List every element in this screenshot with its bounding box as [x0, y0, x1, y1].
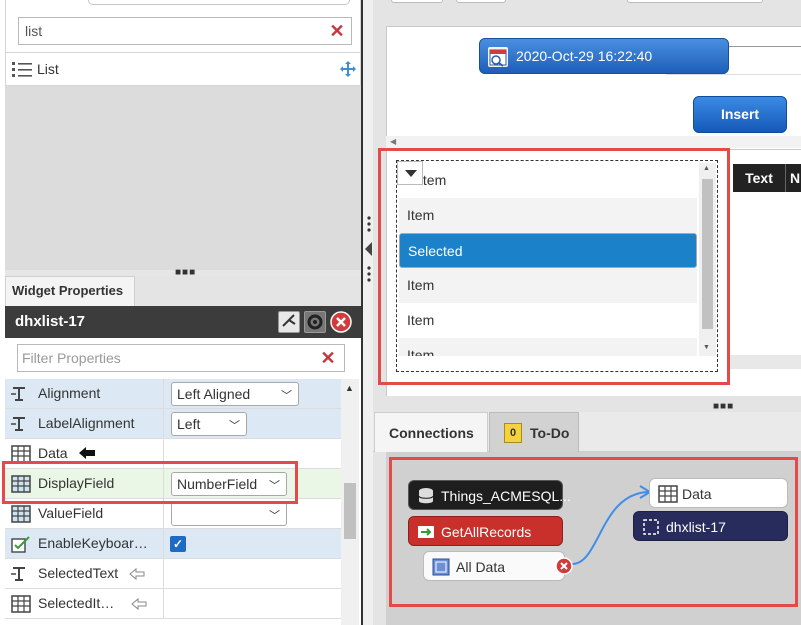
property-row-labelalignment[interactable]: LabelAlignment Left ﹀: [5, 409, 341, 439]
properties-scroll-thumb[interactable]: [344, 483, 356, 539]
highlight-displayfield: [2, 461, 298, 504]
property-name: Data: [38, 445, 68, 461]
clear-filter-icon[interactable]: ✕: [320, 349, 336, 367]
grip-icon: ■■■: [713, 401, 735, 412]
datetime-label: 2020-Oct-29 16:22:40: [516, 48, 653, 64]
tab-todo[interactable]: 0 To-Do: [489, 412, 579, 452]
widget-result-list[interactable]: List: [5, 52, 361, 86]
property-name: ValueField: [38, 505, 104, 521]
todo-badge-icon: 0: [504, 423, 522, 443]
widget-properties-tabbar: Widget Properties: [5, 276, 361, 306]
chevron-down-icon: ﹀: [229, 420, 240, 432]
property-value-cell: [163, 589, 341, 619]
binding-outline-arrow-icon: [131, 597, 147, 614]
boolean-icon: [11, 535, 30, 553]
grid-scrollbar[interactable]: [730, 355, 801, 369]
tab-connections[interactable]: Connections: [374, 412, 488, 452]
widget-properties-header: dhxlist-17: [5, 306, 361, 338]
enablekeyboard-checkbox[interactable]: ✓: [170, 536, 186, 552]
list-icon: [12, 62, 32, 77]
property-row-enablekeyboard[interactable]: EnableKeyboar… ✓: [5, 529, 341, 559]
highlight-list-widget: [378, 148, 730, 385]
share-icon: [282, 314, 296, 327]
property-name: LabelAlignment: [38, 415, 135, 431]
left-panel: ✕ List ■■■ Widget Properties dhxlist-17: [0, 0, 362, 625]
filter-properties-input[interactable]: [18, 345, 308, 371]
binding-outline-arrow-icon: [129, 567, 145, 584]
grid-header-text[interactable]: Text: [733, 164, 785, 192]
property-value-cell: Left Aligned ﹀: [163, 379, 341, 409]
canvas-divider: [666, 74, 801, 75]
toolbar-stub[interactable]: [627, 0, 763, 3]
widget-list-empty-area: [5, 86, 361, 270]
toolbar-stub[interactable]: [391, 0, 443, 3]
properties-scrollbar[interactable]: ▲: [341, 379, 359, 625]
tab-todo-label: To-Do: [530, 425, 570, 441]
alignment-select[interactable]: Left Aligned ﹀: [171, 382, 299, 406]
property-name: SelectedText: [38, 565, 119, 581]
close-circle-icon: [330, 311, 352, 333]
selected-widget-name: dhxlist-17: [15, 313, 86, 330]
calendar-icon: [488, 47, 508, 67]
infotable-icon: [11, 595, 31, 613]
valuefield-select[interactable]: ﹀: [171, 502, 287, 526]
widget-search-box[interactable]: ✕: [18, 17, 352, 45]
labelalignment-select[interactable]: Left ﹀: [171, 412, 247, 436]
scroll-left-icon[interactable]: ◀: [390, 137, 396, 146]
datetime-button[interactable]: 2020-Oct-29 16:22:40: [479, 38, 729, 74]
property-row-alignment[interactable]: Alignment Left Aligned ﹀: [5, 379, 341, 409]
collapse-left-icon[interactable]: [365, 242, 372, 256]
property-row-selecteditems[interactable]: SelectedIt…: [5, 589, 341, 619]
canvas-scrollbar[interactable]: ◀: [386, 136, 801, 148]
filter-properties-area: ✕: [5, 338, 361, 378]
toolbar-stub[interactable]: [456, 0, 506, 3]
chevron-down-icon: ﹀: [269, 510, 280, 522]
move-icon[interactable]: [340, 61, 356, 77]
property-name: Alignment: [38, 385, 101, 401]
horizontal-splitter[interactable]: ■■■: [373, 401, 801, 412]
clear-search-icon[interactable]: ✕: [329, 22, 345, 40]
grid-header-next[interactable]: N: [785, 164, 801, 192]
widget-search-input[interactable]: [19, 18, 309, 44]
settings-button[interactable]: [304, 311, 326, 333]
property-value-cell: Left ﹀: [163, 409, 341, 439]
canvas-divider: [729, 46, 801, 47]
gear-icon: [307, 314, 323, 330]
text-type-icon: [11, 385, 29, 403]
labelalignment-select-value: Left: [177, 416, 201, 432]
property-value-cell: [163, 559, 341, 589]
chevron-down-icon: ﹀: [281, 390, 292, 402]
property-name: SelectedIt…: [38, 595, 115, 611]
remove-widget-button[interactable]: [330, 311, 352, 333]
property-name: EnableKeyboar…: [38, 535, 148, 551]
insert-button[interactable]: Insert: [693, 96, 787, 133]
text-type-icon: [11, 565, 29, 583]
property-row-selectedtext[interactable]: SelectedText: [5, 559, 341, 589]
text-type-icon: [11, 415, 29, 433]
infotable-icon: [11, 505, 31, 523]
top-stub: [88, 0, 350, 5]
alignment-select-value: Left Aligned: [177, 386, 251, 402]
highlight-connections: [389, 457, 798, 607]
tab-widget-properties[interactable]: Widget Properties: [5, 276, 135, 306]
scroll-up-icon[interactable]: ▲: [345, 383, 354, 393]
bottom-tabbar: Connections 0 To-Do: [373, 412, 801, 452]
filter-properties-box[interactable]: ✕: [17, 344, 345, 372]
property-value-cell: ✓: [163, 529, 341, 559]
vertical-splitter[interactable]: [361, 0, 373, 625]
widget-result-label: List: [37, 61, 59, 77]
widget-search-area: ✕: [5, 0, 361, 52]
bindings-button[interactable]: [278, 311, 300, 333]
